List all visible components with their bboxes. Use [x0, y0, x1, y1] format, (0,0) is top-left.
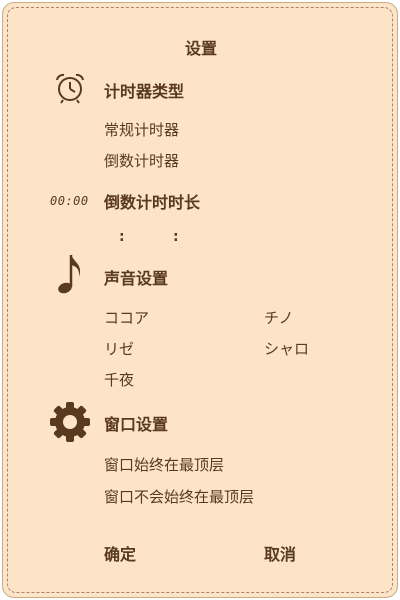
duration-separator-2: : [173, 229, 179, 245]
music-note-icon [58, 255, 81, 294]
gear-icon [50, 402, 90, 442]
window-settings-heading: 窗口设置 [104, 415, 169, 434]
timer-type-heading: 计时器类型 [104, 82, 185, 101]
sound-option-chino[interactable]: チノ [264, 307, 294, 328]
settings-window: 设置 计时器类型 常规计时器 倒数计时器 00:00 倒数计时时长 : : 声音… [2, 2, 398, 598]
sound-option-cocoa[interactable]: ココア [104, 307, 149, 328]
sound-option-sharo[interactable]: シャロ [264, 338, 309, 359]
window-title: 设置 [184, 39, 217, 58]
sound-option-rize[interactable]: リゼ [104, 338, 134, 359]
cancel-button[interactable]: 取消 [264, 541, 296, 565]
option-regular-timer[interactable]: 常规计时器 [104, 119, 179, 140]
option-countdown-timer[interactable]: 倒数计时器 [104, 150, 179, 171]
sound-option-chiya[interactable]: 千夜 [104, 369, 134, 390]
confirm-button[interactable]: 确定 [104, 541, 136, 565]
timer-digits-icon: 00:00 [50, 194, 89, 208]
countdown-duration-heading: 倒数计时时长 [104, 193, 201, 212]
alarm-clock-icon [56, 73, 84, 104]
option-not-always-on-top[interactable]: 窗口不会始终在最顶层 [104, 486, 254, 507]
sound-heading: 声音设置 [104, 269, 169, 288]
option-always-on-top[interactable]: 窗口始终在最顶层 [104, 454, 224, 475]
duration-separator-1: : [119, 229, 125, 245]
